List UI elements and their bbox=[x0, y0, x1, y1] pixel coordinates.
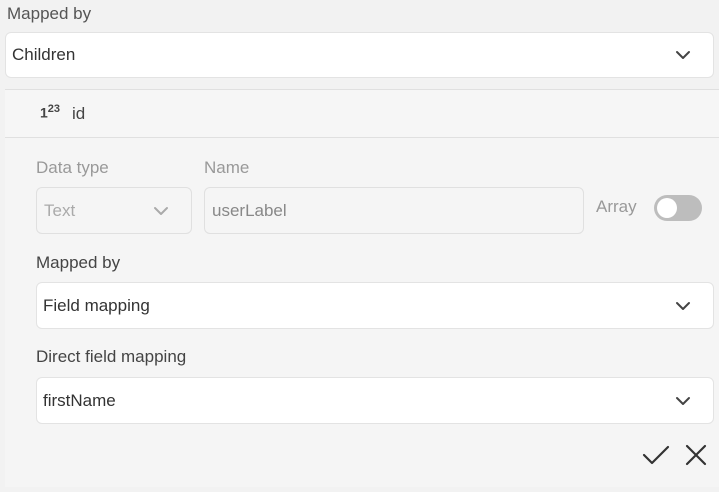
check-icon[interactable] bbox=[641, 440, 671, 470]
chevron-down-icon bbox=[676, 51, 690, 59]
array-toggle[interactable] bbox=[654, 195, 702, 221]
field-header-row[interactable] bbox=[5, 90, 719, 138]
mapped-by-select[interactable]: Children bbox=[5, 32, 714, 78]
data-type-select[interactable]: Text bbox=[36, 187, 192, 234]
field-mapped-by-label: Mapped by bbox=[36, 253, 121, 272]
name-label: Name bbox=[204, 158, 250, 177]
array-toggle-knob bbox=[657, 198, 677, 218]
mapped-by-label: Mapped by bbox=[7, 4, 92, 23]
direct-field-mapping-value: firstName bbox=[43, 390, 116, 410]
field-id-label: id bbox=[72, 104, 86, 123]
direct-field-mapping-label: Direct field mapping bbox=[36, 347, 187, 366]
chevron-down-icon bbox=[154, 206, 168, 215]
number-type-icon: 123 bbox=[40, 103, 61, 121]
name-input[interactable] bbox=[204, 187, 584, 234]
chevron-down-icon bbox=[676, 396, 690, 405]
data-type-label: Data type bbox=[36, 158, 109, 177]
direct-field-mapping-select[interactable]: firstName bbox=[36, 377, 714, 424]
chevron-down-icon bbox=[676, 301, 690, 310]
field-mapped-by-value: Field mapping bbox=[43, 295, 150, 315]
field-mapped-by-select[interactable]: Field mapping bbox=[36, 282, 714, 329]
data-type-value: Text bbox=[44, 200, 76, 220]
close-icon[interactable] bbox=[681, 440, 711, 470]
array-label: Array bbox=[596, 197, 637, 216]
mapped-by-select-value: Children bbox=[12, 45, 76, 64]
